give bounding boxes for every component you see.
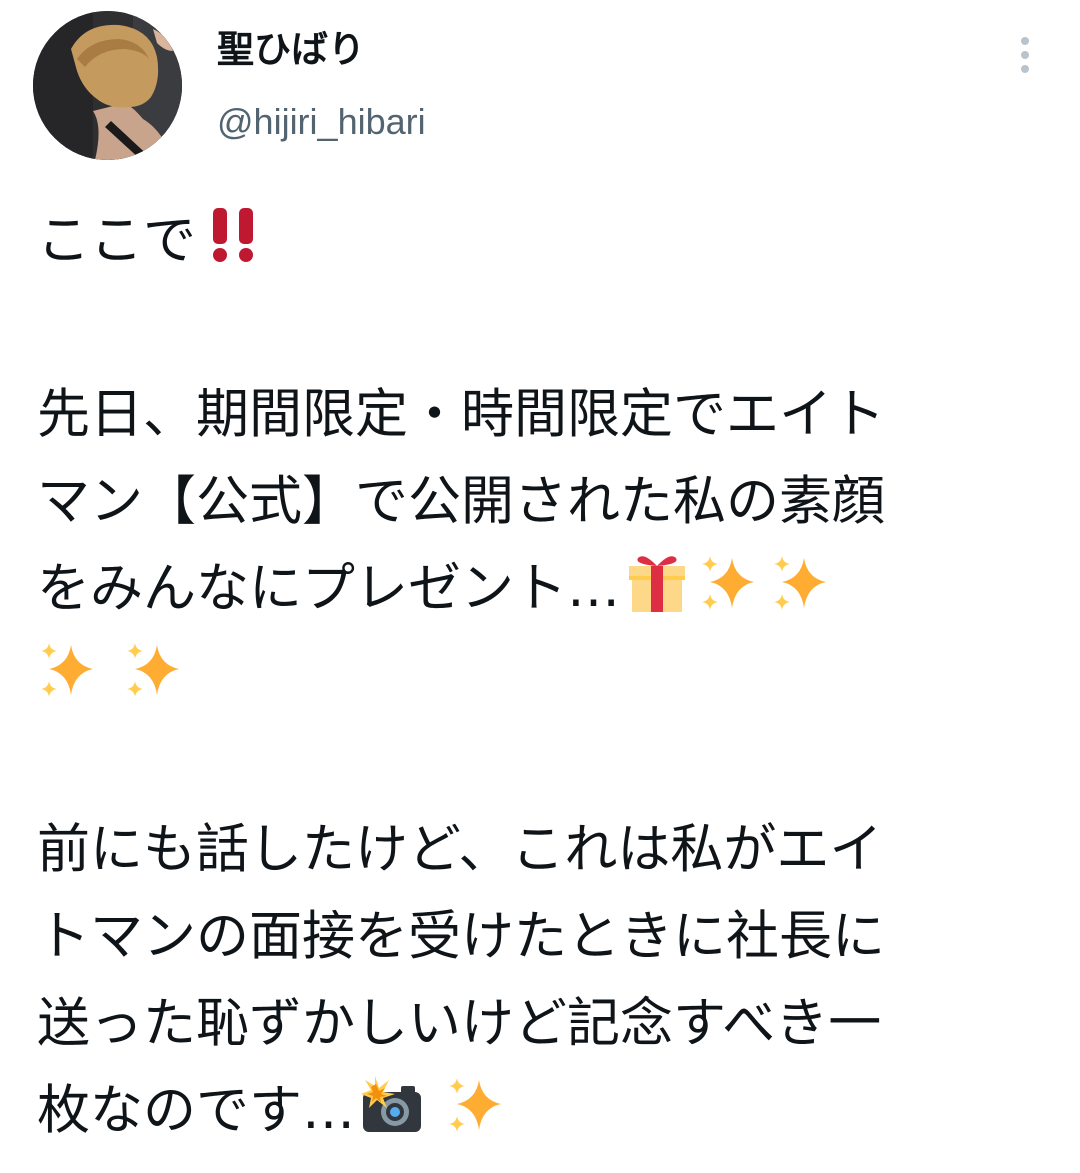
more-vertical-icon-dot [1021,51,1029,59]
tweet-line [37,632,1047,719]
sparkles-icon [698,552,760,614]
double-exclamation-icon [202,204,264,266]
tweet-line: 枚なのです… [37,1067,1047,1154]
more-vertical-icon [1021,37,1029,45]
more-options-button[interactable] [1002,30,1048,80]
gift-icon [626,552,688,614]
tweet-line-text: ここで [37,210,196,271]
display-name[interactable]: 聖ひばり [217,26,426,74]
user-handle[interactable]: @hijiri_hibari [217,100,426,144]
tweet-line: 送った恥ずかしいけど記念すべき一 [37,993,882,1054]
avatar[interactable] [33,11,182,160]
sparkles-icon [770,552,832,614]
tweet-header: 聖ひばり @hijiri_hibari [0,0,1080,170]
tweet-line-text: 枚なのです… [37,1080,355,1141]
tweet-line: マン【公式】で公開された私の素顔 [37,471,885,532]
avatar-photo [33,11,182,160]
tweet-line: トマンの面接を受けたときに社長に [37,906,885,967]
more-vertical-icon-dot [1021,65,1029,73]
sparkles-icon [123,639,185,701]
sparkles-icon [37,639,99,701]
tweet-line: をみんなにプレゼント… [37,545,1047,632]
sparkles-icon [445,1074,507,1136]
tweet-line: ここで [37,197,1047,284]
author-names: 聖ひばり @hijiri_hibari [217,26,426,144]
tweet-line: 先日、期間限定・時間限定でエイト [37,384,885,445]
tweet-line: 前にも話したけど、これは私がエイ [37,819,883,880]
camera-flash-icon [361,1074,423,1136]
tweet-line-text: をみんなにプレゼント… [37,558,620,619]
tweet-text: ここで 先日、期間限定・時間限定でエイト マン【公式】で公開された私の素顔 をみ… [37,197,1047,1154]
